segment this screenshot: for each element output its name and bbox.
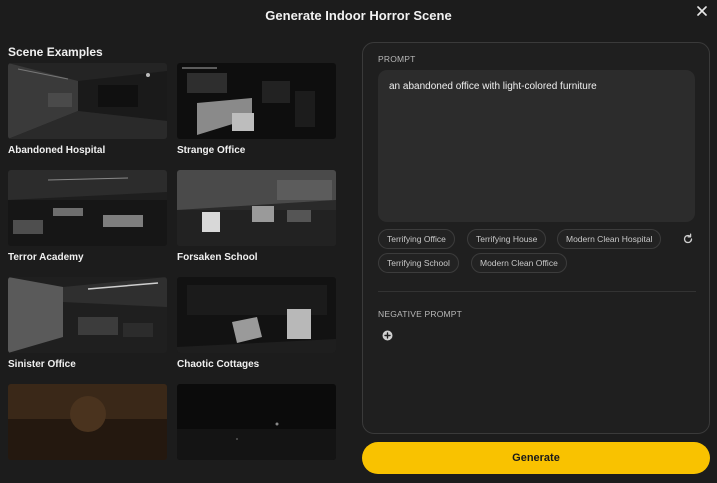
suggestion-chip[interactable]: Modern Clean Hospital [557,229,662,249]
scene-examples-title: Scene Examples [8,45,103,59]
example-thumbnail[interactable] [177,63,336,139]
close-icon [697,6,707,16]
plus-circle-icon[interactable] [382,330,393,341]
prompt-input[interactable]: an abandoned office with light-colored f… [378,70,695,222]
example-thumbnail[interactable] [177,170,336,246]
example-thumbnail[interactable] [8,277,167,353]
example-card-terror-academy[interactable]: Terror Academy [8,170,167,265]
negative-prompt-label: NEGATIVE PROMPT [378,309,463,319]
example-label: Abandoned Hospital [8,145,106,156]
example-card-abandoned-hospital[interactable]: Abandoned Hospital [8,63,167,158]
example-card-strange-office[interactable]: Strange Office [177,63,336,158]
suggestion-chip[interactable]: Terrifying House [467,229,547,249]
example-card-sinister-office[interactable]: Sinister Office [8,277,167,372]
example-label [8,465,167,479]
scene-examples-section: Scene Examples Abandoned Hospital Strang… [8,44,348,483]
example-thumbnail[interactable] [8,170,167,246]
example-thumbnail[interactable] [8,63,167,139]
suggestion-chip[interactable]: Modern Clean Office [471,253,567,273]
suggestion-chip[interactable]: Terrifying School [378,253,459,273]
refresh-icon[interactable] [682,233,694,245]
generate-button[interactable]: Generate [362,442,710,474]
example-thumbnail[interactable] [177,277,336,353]
example-label: Terror Academy [8,252,84,263]
example-label [177,465,336,479]
prompt-panel: PROMPT an abandoned office with light-co… [362,42,710,434]
example-card-forsaken-school[interactable]: Forsaken School [177,170,336,265]
example-thumbnail[interactable] [177,384,336,460]
example-label: Sinister Office [8,359,76,370]
suggestion-chip[interactable]: Terrifying Office [378,229,455,249]
example-label: Chaotic Cottages [177,359,260,370]
example-label: Strange Office [177,145,246,156]
modal-title: Generate Indoor Horror Scene [265,8,452,23]
example-card-chaotic-cottages[interactable]: Chaotic Cottages [177,277,336,372]
example-card-7[interactable] [8,384,167,479]
prompt-label: PROMPT [378,54,416,64]
divider [378,291,696,292]
example-card-8[interactable] [177,384,336,479]
example-thumbnail[interactable] [8,384,167,460]
example-label: Forsaken School [177,252,258,263]
close-button[interactable] [693,2,711,20]
